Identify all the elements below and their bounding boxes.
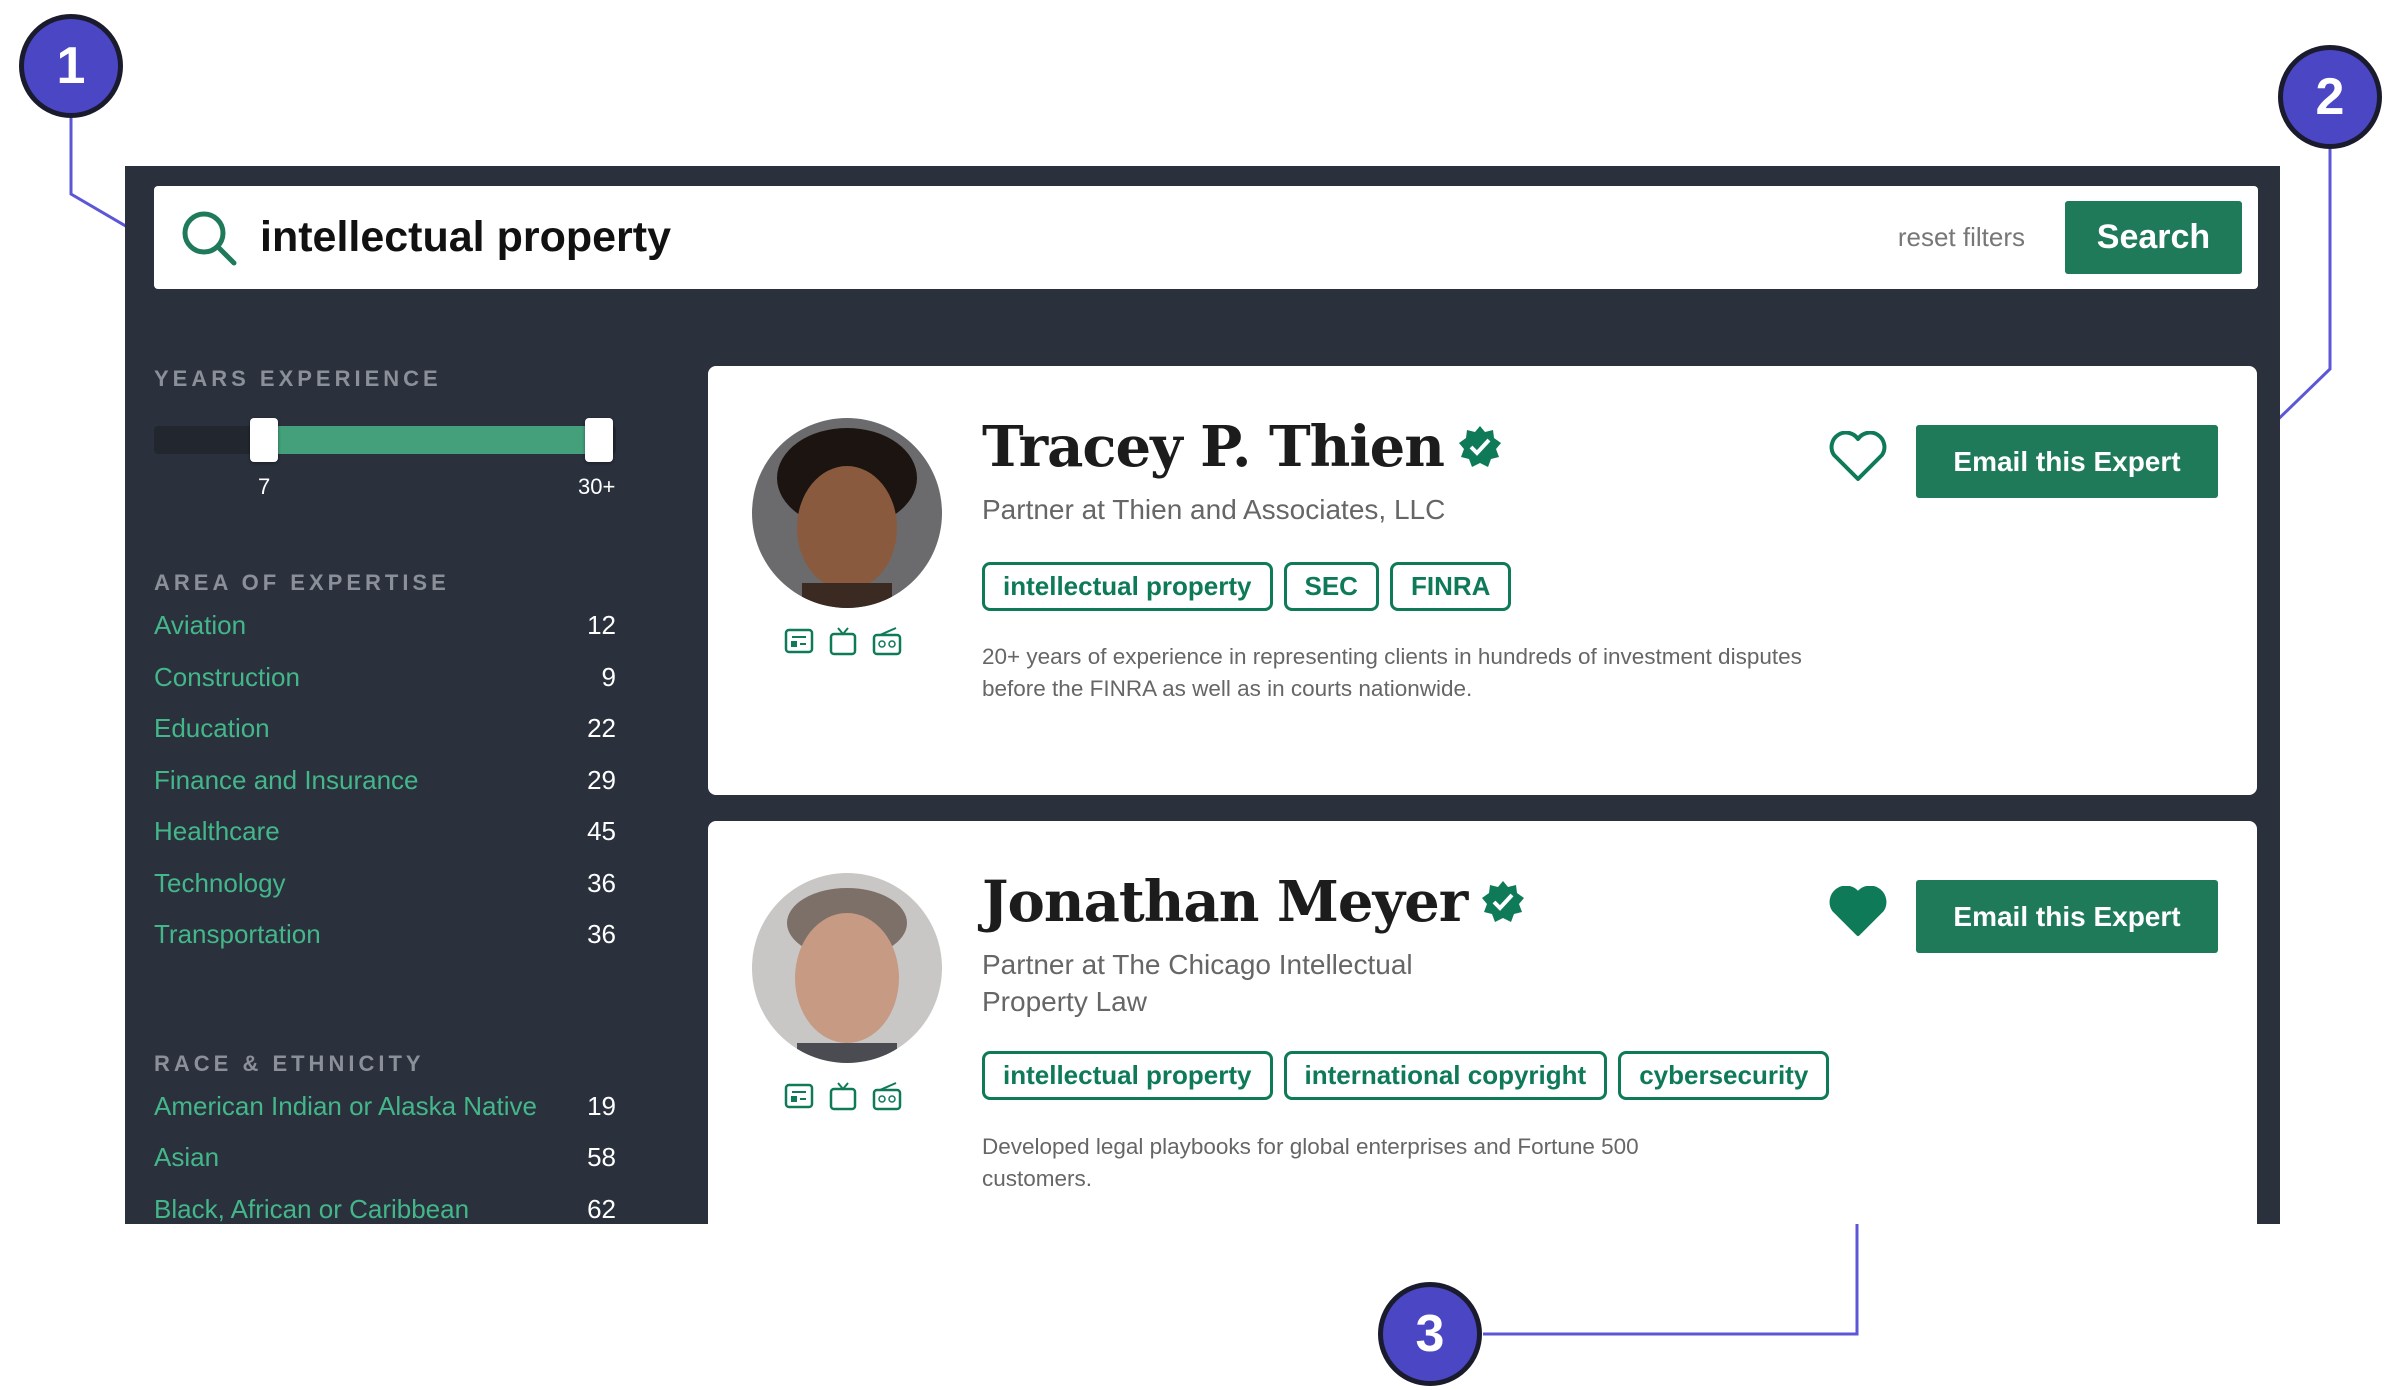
expert-name-row: Tracey P. Thien — [982, 414, 1502, 480]
filter-label[interactable]: Aviation — [154, 610, 246, 641]
slider-min-label: 7 — [258, 474, 271, 499]
expert-card: Tracey P. Thien Partner at Thien and Ass… — [708, 366, 2257, 795]
email-expert-button[interactable]: Email this Expert — [1916, 425, 2218, 498]
expert-avatar — [752, 418, 942, 608]
filters-sidebar: YEARS EXPERIENCE 7 30+ AREA OF EXPERTISE… — [154, 366, 616, 1224]
filter-item[interactable]: Asian 58 — [154, 1132, 616, 1184]
filter-item[interactable]: Aviation 12 — [154, 600, 616, 652]
tag[interactable]: FINRA — [1389, 562, 1512, 611]
filter-count: 19 — [587, 1090, 616, 1121]
expert-description: Developed legal playbooks for global ent… — [982, 1134, 1639, 1191]
slider-min-thumb[interactable] — [250, 418, 278, 462]
filter-label[interactable]: Construction — [154, 662, 300, 693]
filter-item[interactable]: Technology 36 — [154, 858, 616, 910]
expert-title: Partner at The Chicago Intellectual Prop… — [982, 949, 1413, 1017]
callout-badge-2: 2 — [2278, 45, 2382, 149]
filter-count: 9 — [601, 661, 616, 692]
expert-name-row: Jonathan Meyer — [982, 869, 1525, 935]
filter-count: 36 — [587, 919, 616, 950]
search-button[interactable]: Search — [2065, 201, 2242, 274]
expert-avatar — [752, 873, 942, 1063]
tv-icon — [829, 627, 857, 656]
filter-item[interactable]: Black, African or Caribbean 62 — [154, 1184, 616, 1225]
expert-title: Partner at Thien and Associates, LLC — [982, 494, 1446, 525]
tag[interactable]: intellectual property — [982, 562, 1273, 611]
expert-tags: intellectual property SEC FINRA — [982, 562, 1512, 611]
filter-label[interactable]: Healthcare — [154, 816, 280, 847]
tag[interactable]: SEC — [1283, 562, 1379, 611]
media-icons — [784, 1081, 902, 1111]
filter-count: 12 — [587, 610, 616, 641]
filter-label[interactable]: Finance and Insurance — [154, 765, 419, 796]
slider-max-thumb[interactable] — [585, 418, 613, 462]
expert-search-panel: reset filters Search YEARS EXPERIENCE 7 … — [125, 166, 2280, 1224]
expert-name[interactable]: Jonathan Meyer — [982, 869, 1468, 935]
expert-card: Jonathan Meyer Partner at The Chicago In… — [708, 821, 2257, 1224]
filter-count: 36 — [587, 867, 616, 898]
search-icon — [182, 211, 237, 265]
favorite-heart-icon[interactable] — [1828, 431, 1888, 483]
filter-label[interactable]: American Indian or Alaska Native — [154, 1091, 537, 1122]
favorite-heart-filled-icon[interactable] — [1828, 886, 1888, 938]
race-ethnicity-heading: RACE & ETHNICITY — [154, 1050, 425, 1076]
filter-label[interactable]: Black, African or Caribbean — [154, 1194, 469, 1224]
filter-item[interactable]: Transportation 36 — [154, 909, 616, 961]
area-of-expertise-heading: AREA OF EXPERTISE — [154, 570, 450, 595]
newspaper-icon — [784, 628, 814, 654]
filter-item[interactable]: Healthcare 45 — [154, 806, 616, 858]
tag[interactable]: intellectual property — [982, 1051, 1273, 1100]
tag[interactable]: cybersecurity — [1618, 1051, 1830, 1100]
radio-icon — [872, 627, 902, 656]
expert-name[interactable]: Tracey P. Thien — [982, 414, 1445, 480]
radio-icon — [872, 1082, 902, 1111]
filter-count: 58 — [587, 1142, 616, 1173]
slider-fill — [264, 426, 599, 454]
filter-label[interactable]: Transportation — [154, 919, 321, 950]
years-experience-heading: YEARS EXPERIENCE — [154, 366, 442, 391]
search-bar: reset filters Search — [154, 186, 2258, 289]
filter-item[interactable]: Finance and Insurance 29 — [154, 755, 616, 807]
expert-description: 20+ years of experience in representing … — [982, 644, 1802, 701]
media-icons — [784, 626, 902, 656]
filter-count: 29 — [587, 764, 616, 795]
filter-label[interactable]: Asian — [154, 1142, 219, 1173]
slider-max-label: 30+ — [578, 474, 616, 499]
search-input[interactable] — [260, 213, 1898, 262]
years-range-slider[interactable]: 7 30+ — [154, 418, 616, 499]
filter-count: 45 — [587, 816, 616, 847]
callout-badge-3: 3 — [1378, 1282, 1482, 1386]
filter-item[interactable]: Construction 9 — [154, 652, 616, 704]
email-expert-button[interactable]: Email this Expert — [1916, 880, 2218, 953]
expert-tags: intellectual property international copy… — [982, 1051, 1830, 1100]
filter-label[interactable]: Technology — [154, 868, 286, 899]
filter-count: 62 — [587, 1193, 616, 1224]
filter-label[interactable]: Education — [154, 713, 270, 744]
verified-badge-icon — [1458, 426, 1501, 467]
reset-filters-link[interactable]: reset filters — [1898, 222, 2025, 253]
newspaper-icon — [784, 1083, 814, 1109]
callout-badge-1: 1 — [19, 14, 123, 118]
filter-count: 22 — [587, 713, 616, 744]
filter-item[interactable]: Education 22 — [154, 703, 616, 755]
filter-item[interactable]: American Indian or Alaska Native 19 — [154, 1081, 616, 1133]
verified-badge-icon — [1482, 881, 1525, 922]
tv-icon — [829, 1082, 857, 1111]
tag[interactable]: international copyright — [1283, 1051, 1608, 1100]
